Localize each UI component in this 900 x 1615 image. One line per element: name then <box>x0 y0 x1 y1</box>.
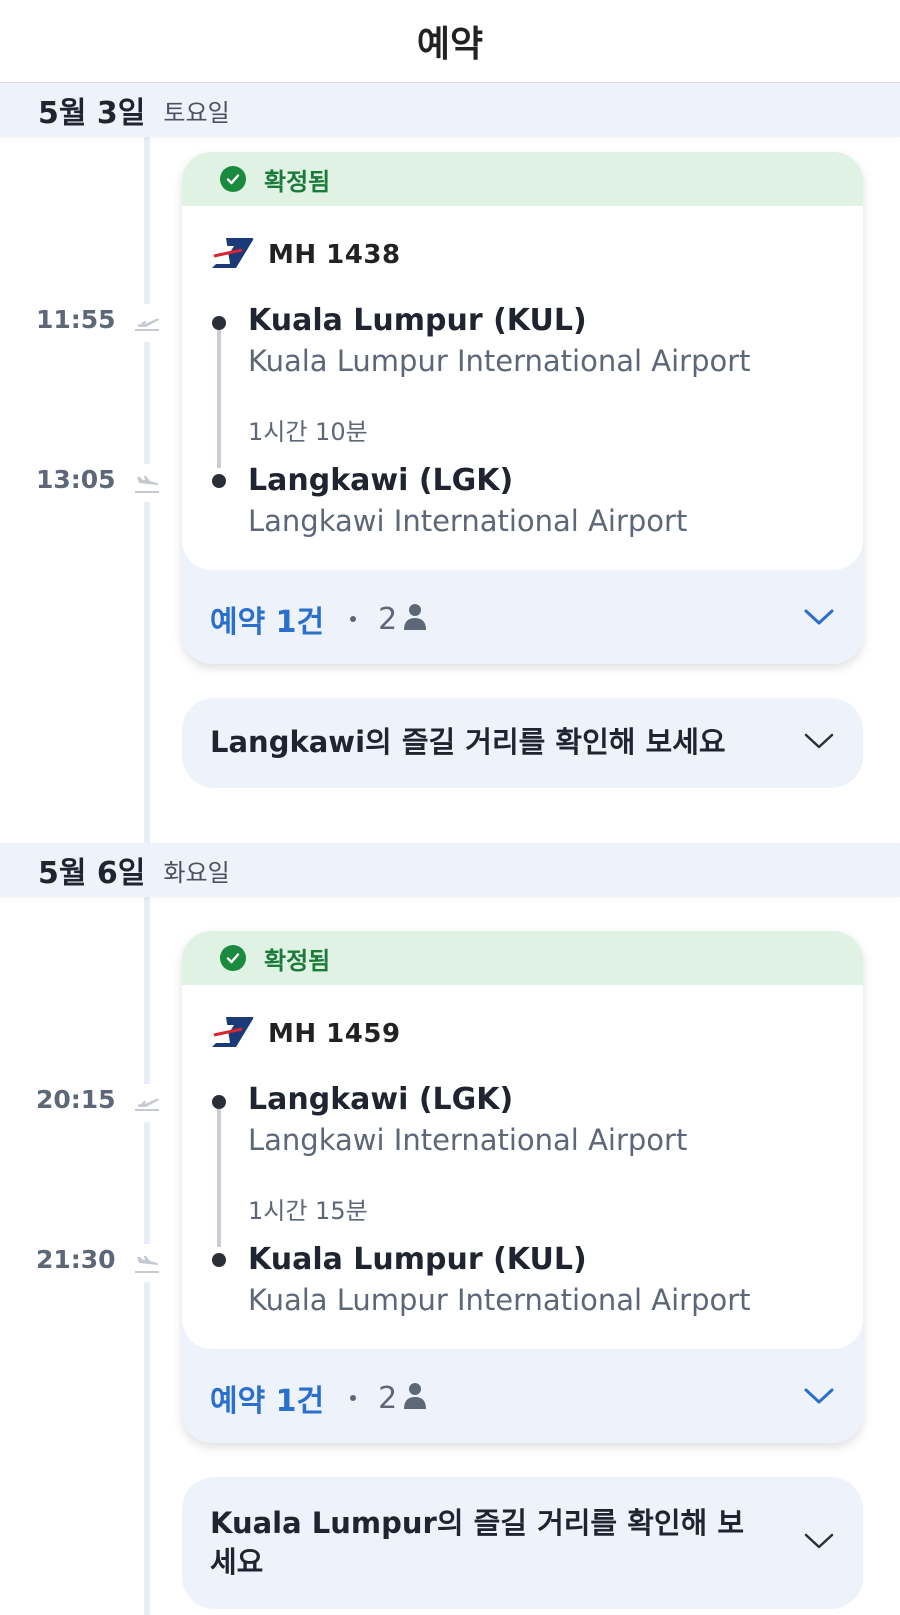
departure-stop: Kuala Lumpur (KUL) Kuala Lumpur Internat… <box>248 303 751 378</box>
departure-dot <box>212 316 226 330</box>
passenger-count: 2 <box>378 1380 398 1416</box>
page-title: 예약 <box>416 24 484 65</box>
person-icon <box>403 603 427 635</box>
arrival-time: 13:05 <box>36 465 116 494</box>
flight-card[interactable]: 확정됨 MH 1459 Langkawi (LGK) Langkawi Inte… <box>182 931 863 1443</box>
chevron-down-icon[interactable] <box>803 1531 835 1555</box>
flight-info: MH 1459 <box>212 1015 401 1053</box>
date-label: 5월 6일 <box>38 856 146 891</box>
weekday-label: 화요일 <box>163 858 230 887</box>
status-banner: 확정됨 <box>182 152 863 206</box>
departure-stop: Langkawi (LGK) Langkawi International Ai… <box>248 1082 687 1157</box>
check-circle-icon <box>220 945 246 971</box>
arrival-dot <box>212 1253 226 1267</box>
malaysia-airlines-logo <box>212 1015 254 1053</box>
arrival-airport: Kuala Lumpur International Airport <box>248 1283 751 1317</box>
flight-duration: 1시간 10분 <box>248 418 368 446</box>
arrival-time: 21:30 <box>36 1245 116 1274</box>
chevron-down-icon[interactable] <box>803 607 835 631</box>
flight-card[interactable]: 확정됨 MH 1438 Kuala Lumpur (KUL) Kuala Lum… <box>182 152 863 664</box>
plane-takeoff-icon <box>128 304 166 342</box>
plane-landing-icon <box>128 464 166 502</box>
booking-count: 예약 1건 <box>210 1384 325 1419</box>
check-circle-icon <box>220 166 246 192</box>
booking-count: 예약 1건 <box>210 605 325 640</box>
status-banner: 확정됨 <box>182 931 863 985</box>
arrival-city: Langkawi (LGK) <box>248 463 514 498</box>
flight-duration: 1시간 15분 <box>248 1197 368 1225</box>
booking-summary[interactable]: 예약 1건 2 <box>182 1349 863 1443</box>
arrival-stop: Langkawi (LGK) Langkawi International Ai… <box>248 463 687 538</box>
arrival-city: Kuala Lumpur (KUL) <box>248 1242 587 1277</box>
status-label: 확정됨 <box>264 946 331 975</box>
arrival-stop: Kuala Lumpur (KUL) Kuala Lumpur Internat… <box>248 1242 751 1317</box>
separator-dot <box>350 616 357 622</box>
arrival-airport: Langkawi International Airport <box>248 504 688 538</box>
flight-info: MH 1438 <box>212 236 401 274</box>
passenger-count: 2 <box>378 601 398 637</box>
explore-text: Langkawi의 즐길 거리를 확인해 보세요 <box>210 725 726 760</box>
departure-dot <box>212 1095 226 1109</box>
explore-text: Kuala Lumpur의 즐길 거리를 확인해 보세요 <box>210 1505 745 1579</box>
route-line <box>217 1109 221 1247</box>
plane-takeoff-icon <box>128 1084 166 1122</box>
explore-destination-button[interactable]: Langkawi의 즐길 거리를 확인해 보세요 <box>182 698 863 788</box>
explore-destination-button[interactable]: Kuala Lumpur의 즐길 거리를 확인해 보세요 <box>182 1477 863 1609</box>
flight-details: MH 1459 Langkawi (LGK) Langkawi Internat… <box>182 985 863 1349</box>
departure-city: Kuala Lumpur (KUL) <box>248 303 587 338</box>
chevron-down-icon[interactable] <box>803 731 835 755</box>
chevron-down-icon[interactable] <box>803 1386 835 1410</box>
departure-time: 20:15 <box>36 1085 116 1114</box>
date-label: 5월 3일 <box>38 96 146 131</box>
route-line <box>217 330 221 468</box>
date-header: 5월 3일 토요일 <box>0 83 900 137</box>
departure-time: 11:55 <box>36 305 116 334</box>
malaysia-airlines-logo <box>212 236 254 274</box>
app-header: 예약 <box>0 0 900 83</box>
flight-number: MH 1438 <box>268 240 401 270</box>
departure-airport: Kuala Lumpur International Airport <box>248 344 751 378</box>
separator-dot <box>350 1395 357 1401</box>
person-icon <box>403 1382 427 1414</box>
arrival-dot <box>212 474 226 488</box>
departure-airport: Langkawi International Airport <box>248 1123 688 1157</box>
flight-number: MH 1459 <box>268 1019 401 1049</box>
booking-summary[interactable]: 예약 1건 2 <box>182 570 863 664</box>
departure-city: Langkawi (LGK) <box>248 1082 514 1117</box>
plane-landing-icon <box>128 1244 166 1282</box>
flight-details: MH 1438 Kuala Lumpur (KUL) Kuala Lumpur … <box>182 206 863 570</box>
status-label: 확정됨 <box>264 167 331 196</box>
weekday-label: 토요일 <box>163 98 230 127</box>
date-header: 5월 6일 화요일 <box>0 843 900 897</box>
